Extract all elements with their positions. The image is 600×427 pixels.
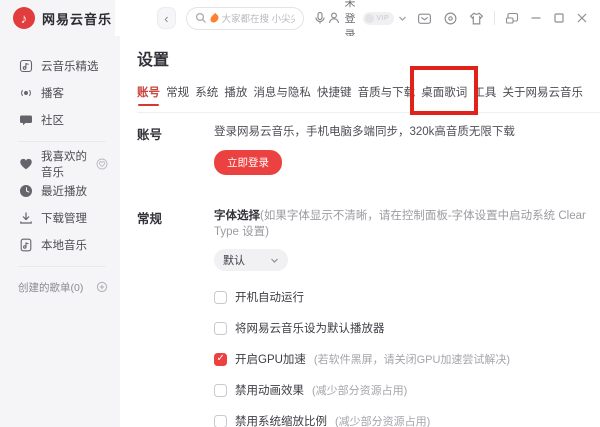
clock-icon — [18, 183, 33, 198]
netease-music-window: ♪ 网易云音乐 ‹ 大家都在搜 小尖尖 未登录 — [0, 0, 600, 427]
heart-mode-icon[interactable] — [96, 158, 108, 170]
app-logo-area: ♪ 网易云音乐 — [0, 0, 115, 36]
sidebar-item-label: 社区 — [41, 112, 64, 128]
account-description: 登录网易云音乐，手机电脑多端同步，320k高音质无限下载 — [214, 123, 600, 139]
font-select-value: 默认 — [223, 252, 270, 268]
sidebar-divider — [18, 141, 106, 142]
checkbox-label: 开启GPU加速 — [235, 351, 306, 367]
checkbox-note: (减少部分资源占用) — [312, 382, 407, 398]
checkbox-row-disable-animation: 禁用动画效果 (减少部分资源占用) — [214, 382, 600, 398]
font-select-dropdown[interactable]: 默认 — [214, 249, 288, 271]
general-section: 常规 字体选择(如果字体显示不清晰，请在控制面板-字体设置中启动系统 Clear… — [137, 207, 600, 427]
chat-bubble-icon — [18, 112, 33, 127]
titlebar: ♪ 网易云音乐 ‹ 大家都在搜 小尖尖 未登录 — [0, 0, 600, 36]
sidebar-item-label: 云音乐精选 — [41, 58, 99, 74]
checkbox-note: (减少部分资源占用) — [335, 413, 430, 427]
minimize-icon[interactable] — [530, 12, 542, 24]
page-title: 设置 — [137, 46, 600, 70]
user-avatar-icon — [327, 11, 341, 25]
tab-general[interactable]: 常规 — [166, 84, 189, 100]
vip-badge[interactable]: VIP — [363, 12, 394, 25]
sidebar: 云音乐精选 播客 社区 我喜欢的音乐 — [0, 36, 120, 427]
logo-note-glyph: ♪ — [21, 12, 28, 25]
tab-desktop-lyrics[interactable]: 桌面歌词 — [421, 84, 467, 100]
checkbox-label: 禁用系统缩放比例 — [235, 413, 327, 427]
autostart-checkbox[interactable] — [214, 291, 227, 304]
checkbox-row-default-player: 将网易云音乐设为默认播放器 — [214, 320, 600, 336]
sidebar-item-label: 下载管理 — [41, 210, 87, 226]
sidebar-item-podcast[interactable]: 播客 — [18, 79, 120, 106]
checkbox-label: 将网易云音乐设为默认播放器 — [235, 320, 385, 336]
tab-playback[interactable]: 播放 — [224, 84, 247, 100]
vip-badge-label: VIP — [376, 15, 389, 22]
tab-account[interactable]: 账号 — [137, 84, 160, 100]
font-select-row: 字体选择(如果字体显示不清晰，请在控制面板-字体设置中启动系统 Clear Ty… — [214, 207, 600, 239]
close-icon[interactable] — [576, 12, 588, 24]
disable-scaling-checkbox[interactable] — [214, 415, 227, 427]
local-music-icon — [18, 237, 33, 252]
created-playlists-label: 创建的歌单(0) — [18, 280, 83, 295]
add-playlist-icon[interactable] — [96, 281, 108, 293]
settings-icon[interactable] — [443, 11, 458, 26]
sidebar-item-featured[interactable]: 云音乐精选 — [18, 52, 120, 79]
default-player-checkbox[interactable] — [214, 322, 227, 335]
microphone-icon[interactable] — [313, 11, 327, 25]
disable-animation-checkbox[interactable] — [214, 384, 227, 397]
maximize-icon[interactable] — [553, 12, 565, 24]
account-section-label: 账号 — [137, 123, 214, 143]
sidebar-item-label: 本地音乐 — [41, 237, 87, 253]
created-playlists-header[interactable]: 创建的歌单(0) — [18, 275, 120, 299]
general-section-label: 常规 — [137, 207, 214, 227]
tab-tools[interactable]: 工具 — [473, 84, 496, 100]
vip-badge-icon — [365, 14, 374, 23]
general-checkbox-list: 开机自动运行 将网易云音乐设为默认播放器 开启GPU加速 (若软件黑屏，请关闭GP… — [214, 289, 600, 427]
titlebar-divider — [494, 11, 495, 25]
app-logo-icon[interactable]: ♪ — [13, 7, 35, 29]
checkbox-row-disable-scaling: 禁用系统缩放比例 (减少部分资源占用) — [214, 413, 600, 427]
checkbox-row-gpu: 开启GPU加速 (若软件黑屏，请关闭GPU加速尝试解决) — [214, 351, 600, 367]
search-input[interactable]: 大家都在搜 小尖尖 — [186, 7, 304, 30]
sidebar-item-local-music[interactable]: 本地音乐 — [18, 231, 120, 258]
message-icon[interactable] — [417, 11, 432, 26]
podcast-icon — [18, 85, 33, 100]
mini-mode-icon[interactable] — [505, 11, 519, 25]
featured-music-icon — [18, 58, 33, 73]
sidebar-item-label: 播客 — [41, 85, 64, 101]
checkbox-label: 开机自动运行 — [235, 289, 304, 305]
settings-tabs: 账号 常规 系统 播放 消息与隐私 快捷键 音质与下载 桌面歌词 工具 关于网易… — [137, 84, 583, 100]
sidebar-item-label: 我喜欢的音乐 — [41, 148, 88, 180]
tab-system[interactable]: 系统 — [195, 84, 218, 100]
trending-flame-icon — [208, 12, 219, 23]
gpu-acceleration-checkbox[interactable] — [214, 353, 227, 366]
tab-about[interactable]: 关于网易云音乐 — [502, 84, 583, 100]
font-select-label: 字体选择 — [214, 210, 260, 222]
checkbox-row-autostart: 开机自动运行 — [214, 289, 600, 305]
tab-shortcuts[interactable]: 快捷键 — [317, 84, 352, 100]
sidebar-divider — [18, 266, 106, 267]
back-button[interactable]: ‹ — [157, 7, 175, 29]
sidebar-item-recent[interactable]: 最近播放 — [18, 177, 120, 204]
titlebar-main: ‹ 大家都在搜 小尖尖 未登录 VIP — [115, 0, 600, 36]
search-icon — [195, 12, 207, 24]
download-icon — [18, 210, 33, 225]
tabs-divider — [137, 112, 600, 113]
tab-quality-download[interactable]: 音质与下载 — [358, 84, 416, 100]
theme-skin-icon[interactable] — [469, 11, 484, 26]
chevron-down-icon — [270, 256, 279, 265]
login-now-button[interactable]: 立即登录 — [214, 150, 282, 175]
settings-page: 设置 账号 常规 系统 播放 消息与隐私 快捷键 音质与下载 桌面歌词 工具 关… — [120, 36, 600, 427]
account-section: 账号 登录网易云音乐，手机电脑多端同步，320k高音质无限下载 立即登录 — [137, 123, 600, 175]
font-select-note: (如果字体显示不清晰，请在控制面板-字体设置中启动系统 Clear Type 设… — [214, 210, 586, 238]
chevron-down-icon[interactable] — [398, 14, 407, 23]
search-placeholder: 大家都在搜 小尖尖 — [222, 11, 295, 25]
heart-icon — [18, 156, 33, 171]
checkbox-note: (若软件黑屏，请关闭GPU加速尝试解决) — [314, 351, 510, 367]
sidebar-item-label: 最近播放 — [41, 183, 87, 199]
app-name: 网易云音乐 — [42, 9, 112, 28]
tab-privacy[interactable]: 消息与隐私 — [253, 84, 311, 100]
checkbox-label: 禁用动画效果 — [235, 382, 304, 398]
sidebar-item-liked-music[interactable]: 我喜欢的音乐 — [18, 150, 120, 177]
sidebar-item-downloads[interactable]: 下载管理 — [18, 204, 120, 231]
sidebar-item-community[interactable]: 社区 — [18, 106, 120, 133]
